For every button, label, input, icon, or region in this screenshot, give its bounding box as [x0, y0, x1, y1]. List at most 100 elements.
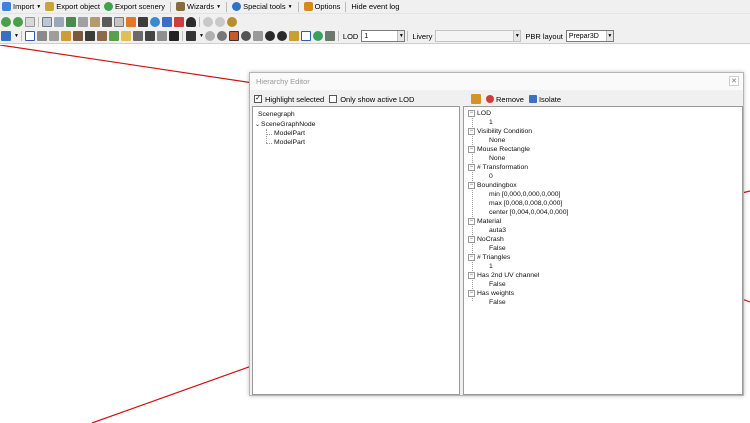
cross-icon[interactable]: [144, 31, 155, 41]
bulb-icon[interactable]: [324, 31, 335, 41]
light-icon[interactable]: [288, 31, 299, 41]
zoom-icon[interactable]: [42, 16, 52, 27]
prop-has-weights[interactable]: − Has weights: [468, 289, 514, 298]
collapse-icon[interactable]: −: [468, 109, 475, 117]
export-scenery-button[interactable]: Export scenery: [102, 0, 167, 13]
scissors-icon[interactable]: [156, 31, 167, 41]
scale-icon[interactable]: [36, 31, 47, 41]
chevron-down-icon[interactable]: ▼: [199, 33, 204, 39]
picture-icon[interactable]: [96, 31, 107, 41]
grid-icon[interactable]: [114, 16, 124, 27]
fit-view-icon[interactable]: [1, 31, 11, 41]
livery-select[interactable]: ▼: [435, 30, 522, 42]
prop-boundingbox[interactable]: − Boundingbox: [468, 181, 517, 190]
box-icon[interactable]: [60, 31, 71, 41]
person-icon[interactable]: [186, 16, 196, 27]
forward-arrow-icon[interactable]: [13, 16, 23, 27]
remove-icon: [486, 95, 494, 103]
chevron-down-icon[interactable]: ⌄: [255, 122, 260, 128]
ruler-icon[interactable]: [120, 31, 131, 41]
collapse-icon[interactable]: −: [468, 253, 475, 261]
sun-icon[interactable]: [204, 31, 215, 41]
grid-icon[interactable]: [24, 31, 35, 41]
wheel-icon[interactable]: [264, 31, 275, 41]
material-icon[interactable]: [78, 16, 88, 27]
move-icon[interactable]: [252, 31, 263, 41]
export-object-label: Export object: [56, 2, 100, 11]
prop-mouse-rect[interactable]: − Mouse Rectangle: [468, 145, 530, 154]
collapse-icon[interactable]: −: [468, 181, 475, 189]
highlight-selected-checkbox[interactable]: ✓ Highlight selected: [254, 95, 324, 104]
tree-node-modelpart[interactable]: ModelPart: [274, 138, 305, 147]
settings-icon[interactable]: [216, 31, 227, 41]
remove-button[interactable]: Remove: [486, 95, 524, 104]
collapse-icon[interactable]: −: [468, 289, 475, 297]
hide-event-log-button[interactable]: Hide event log: [349, 0, 401, 13]
list-icon[interactable]: [25, 16, 35, 27]
properties-panel[interactable]: − LOD 1 − Visibility Condition None − Mouse…: [463, 106, 743, 395]
texture-icon[interactable]: [90, 16, 100, 27]
collapse-icon[interactable]: −: [468, 271, 475, 279]
camera-icon[interactable]: [138, 16, 148, 27]
chevron-down-icon: ▼: [216, 3, 222, 10]
chart-icon[interactable]: [162, 16, 172, 27]
undo-icon[interactable]: [203, 16, 213, 27]
sphere-icon[interactable]: [240, 31, 251, 41]
refresh-icon[interactable]: [312, 31, 323, 41]
window-title-bar[interactable]: Hierarchy Editor ✕: [250, 73, 743, 90]
prop-triangles[interactable]: − # Triangles: [468, 253, 510, 262]
lod-select[interactable]: 1 ▼: [361, 30, 406, 42]
image-icon[interactable]: [102, 16, 112, 27]
prop-visibility[interactable]: − Visibility Condition: [468, 127, 532, 136]
collapse-icon[interactable]: −: [468, 145, 475, 153]
person-icon[interactable]: [276, 31, 287, 41]
prop-nocrash-value: False: [489, 245, 506, 252]
collapse-icon[interactable]: −: [468, 163, 475, 171]
wizards-menu[interactable]: Wizards ▼: [174, 0, 223, 13]
prop-transformation[interactable]: − # Transformation: [468, 163, 528, 172]
scenegraph-panel[interactable]: Scenegraph ⌄SceneGraphNode ModelPart Mod…: [252, 106, 460, 395]
tree-node-modelpart[interactable]: ModelPart: [274, 129, 305, 138]
globe-icon: [104, 2, 113, 11]
collapse-icon[interactable]: −: [468, 217, 475, 225]
options-button[interactable]: Options: [302, 0, 343, 13]
pbr-layout-select[interactable]: Prepar3D ▼: [565, 30, 614, 42]
prop-label: Has 2nd UV channel: [477, 272, 540, 279]
wand-icon: [176, 2, 186, 11]
isolate-button[interactable]: Isolate: [528, 95, 561, 104]
export-object-button[interactable]: Export object: [43, 0, 102, 13]
chevron-down-icon[interactable]: ▼: [14, 33, 19, 39]
toolbar-navigation: [0, 14, 750, 29]
tree-icon[interactable]: [66, 16, 76, 27]
tools-icon[interactable]: [174, 16, 184, 27]
close-icon[interactable]: ✕: [729, 76, 739, 86]
terrain-icon[interactable]: [108, 31, 119, 41]
cube-icon[interactable]: [72, 31, 83, 41]
menu-separator: [297, 1, 299, 12]
only-active-lod-checkbox[interactable]: Only show active LOD: [329, 95, 414, 104]
prop-lod[interactable]: − LOD: [468, 109, 491, 118]
edit-icon[interactable]: [471, 94, 481, 104]
color-icon[interactable]: [126, 16, 136, 27]
shading-icon[interactable]: [228, 31, 239, 41]
camera-icon[interactable]: [185, 31, 196, 41]
special-tools-menu[interactable]: Special tools ▼: [230, 0, 294, 13]
remove-label: Remove: [496, 94, 524, 104]
link-icon[interactable]: [48, 31, 59, 41]
arrows-icon[interactable]: [132, 31, 143, 41]
layers-icon[interactable]: [84, 31, 95, 41]
warning-icon[interactable]: [168, 31, 179, 41]
prop-has-2nd-uv[interactable]: − Has 2nd UV channel: [468, 271, 539, 280]
redo-icon[interactable]: [215, 16, 225, 27]
hierarchy-icon[interactable]: [54, 16, 64, 27]
eye-icon[interactable]: [300, 31, 311, 41]
collapse-icon[interactable]: −: [468, 235, 475, 243]
prop-material[interactable]: − Material: [468, 217, 501, 226]
import-menu[interactable]: Import ▼: [0, 0, 43, 13]
prop-nocrash[interactable]: − NoCrash: [468, 235, 504, 244]
toolbar-separator: [38, 16, 39, 27]
history-icon[interactable]: [227, 16, 237, 27]
back-arrow-icon[interactable]: [1, 16, 11, 27]
globe-icon[interactable]: [150, 16, 160, 27]
collapse-icon[interactable]: −: [468, 127, 475, 135]
